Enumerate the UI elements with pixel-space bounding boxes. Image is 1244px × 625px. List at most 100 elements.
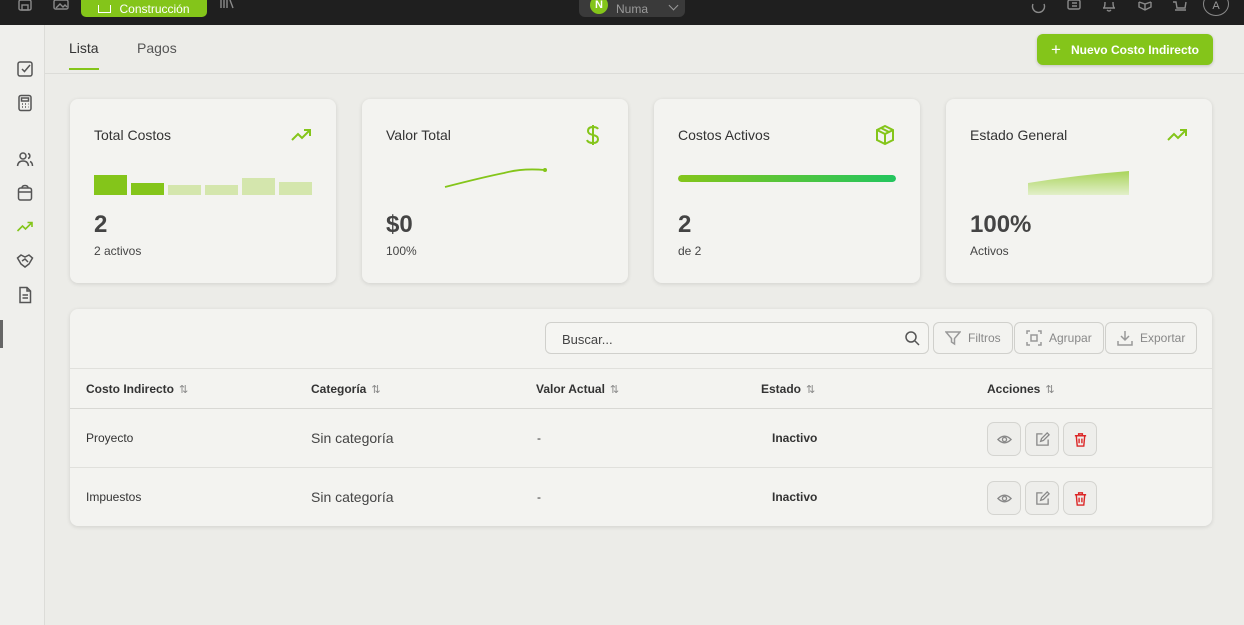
progress-bar [678, 175, 896, 182]
card-value: 2 [678, 211, 692, 238]
edit-button[interactable] [1025, 481, 1059, 515]
image-icon[interactable] [53, 0, 69, 14]
module-label: Construcción [119, 1, 190, 16]
box-icon [874, 124, 896, 146]
cell-value: - [537, 431, 541, 445]
card-costos-activos: Costos Activos 2 de 2 [654, 99, 920, 283]
calculator-icon[interactable] [16, 94, 34, 112]
card-title: Costos Activos [678, 127, 770, 143]
group-label: Agrupar [1049, 331, 1092, 345]
column-label: Costo Indirecto [86, 382, 175, 396]
mini-bar [242, 178, 275, 195]
card-value: 2 [94, 211, 108, 238]
table-header: Costo Indirecto ⇅ Categoría ⇅ Valor Actual… [70, 368, 1212, 409]
column-header-estado[interactable]: Estado ⇅ [761, 382, 815, 396]
mini-bar [279, 182, 312, 195]
plus-icon: + [1051, 40, 1061, 59]
filters-label: Filtros [968, 331, 1001, 345]
package-icon[interactable] [16, 184, 34, 202]
bell-icon[interactable] [1101, 0, 1117, 14]
card-estado-general: Estado General 100% Activos [946, 99, 1212, 283]
mini-bar [168, 185, 201, 195]
edit-button[interactable] [1025, 422, 1059, 456]
sidebar [0, 25, 45, 625]
column-label: Acciones [987, 382, 1041, 396]
search-icon[interactable] [904, 330, 920, 346]
view-button[interactable] [987, 422, 1021, 456]
sort-icon: ⇅ [179, 383, 189, 396]
card-valor-total: Valor Total $0 100% [362, 99, 628, 283]
history-icon[interactable] [1030, 0, 1046, 14]
table-row[interactable]: Impuestos Sin categoría - Inactivo [70, 468, 1212, 527]
mini-bar [131, 183, 164, 195]
trending-up-icon [1166, 124, 1188, 146]
cell-name: Impuestos [86, 490, 142, 504]
trash-icon [1074, 432, 1086, 447]
user-avatar[interactable]: A [1203, 0, 1229, 16]
cell-category: Sin categoría [311, 430, 394, 446]
card-subtitle: de 2 [678, 244, 702, 258]
organization-selector[interactable]: N Numa [579, 0, 685, 17]
table-row[interactable]: Proyecto Sin categoría - Inactivo [70, 409, 1212, 468]
tab-lista[interactable]: Lista [69, 40, 99, 70]
delete-button[interactable] [1063, 481, 1097, 515]
top-bar: Construcción N Numa A [0, 0, 1244, 25]
status-badge: Inactivo [772, 431, 818, 445]
trending-up-icon [290, 124, 312, 146]
save-icon[interactable] [17, 0, 33, 14]
users-icon[interactable] [16, 150, 34, 168]
chevron-down-icon [668, 0, 679, 11]
mini-bar [94, 175, 127, 195]
eye-icon [996, 494, 1012, 502]
column-header-costo[interactable]: Costo Indirecto ⇅ [86, 382, 188, 396]
sort-icon: ⇅ [609, 383, 620, 396]
checkbox-icon[interactable] [16, 60, 34, 78]
tab-pagos[interactable]: Pagos [137, 40, 177, 68]
new-indirect-cost-button[interactable]: + Nuevo Costo Indirecto [1037, 34, 1213, 65]
card-subtitle: 100% [386, 244, 417, 258]
group-button[interactable]: Agrupar [1014, 322, 1104, 354]
org-avatar: N [590, 0, 608, 14]
column-label: Valor Actual [536, 382, 605, 396]
card-title: Total Costos [94, 127, 172, 143]
search-box [545, 322, 929, 354]
sparkline [444, 168, 547, 188]
column-header-categoria[interactable]: Categoría ⇅ [311, 382, 381, 396]
card-subtitle: 2 activos [94, 244, 142, 258]
view-button[interactable] [987, 481, 1021, 515]
trash-icon [1074, 491, 1086, 506]
trending-up-icon[interactable] [16, 218, 34, 236]
file-text-icon[interactable] [16, 286, 34, 304]
card-value: 100% [970, 211, 1032, 238]
sort-icon: ⇅ [806, 383, 816, 396]
edit-icon [1035, 490, 1050, 505]
column-label: Estado [761, 382, 802, 396]
column-header-valor[interactable]: Valor Actual ⇅ [536, 382, 619, 396]
document-icon[interactable] [1066, 0, 1082, 14]
cart-icon[interactable] [1172, 0, 1188, 14]
delete-button[interactable] [1063, 422, 1097, 456]
sort-icon: ⇅ [371, 383, 381, 396]
download-icon [1117, 331, 1133, 346]
status-badge: Inactivo [772, 490, 818, 504]
search-input[interactable] [562, 330, 882, 348]
org-name: Numa [616, 1, 649, 16]
filters-button[interactable]: Filtros [933, 322, 1013, 354]
column-label: Categoría [311, 382, 367, 396]
library-icon[interactable] [219, 0, 235, 14]
table-panel: Filtros Agrupar Exportar Costo Indirecto… [70, 309, 1212, 526]
group-icon [1026, 330, 1042, 346]
sort-icon: ⇅ [1045, 383, 1055, 396]
module-construccion-button[interactable]: Construcción [81, 0, 207, 17]
eye-icon [996, 435, 1012, 443]
cell-value: - [537, 490, 541, 504]
card-title: Valor Total [386, 127, 451, 143]
dollar-icon [582, 124, 604, 146]
export-button[interactable]: Exportar [1105, 322, 1198, 354]
handshake-icon[interactable] [16, 252, 34, 270]
new-button-label: Nuevo Costo Indirecto [1070, 42, 1199, 57]
construction-icon [98, 4, 112, 13]
column-header-acciones[interactable]: Acciones ⇅ [987, 382, 1055, 396]
card-title: Estado General [970, 127, 1068, 143]
cube-icon[interactable] [1137, 0, 1153, 14]
